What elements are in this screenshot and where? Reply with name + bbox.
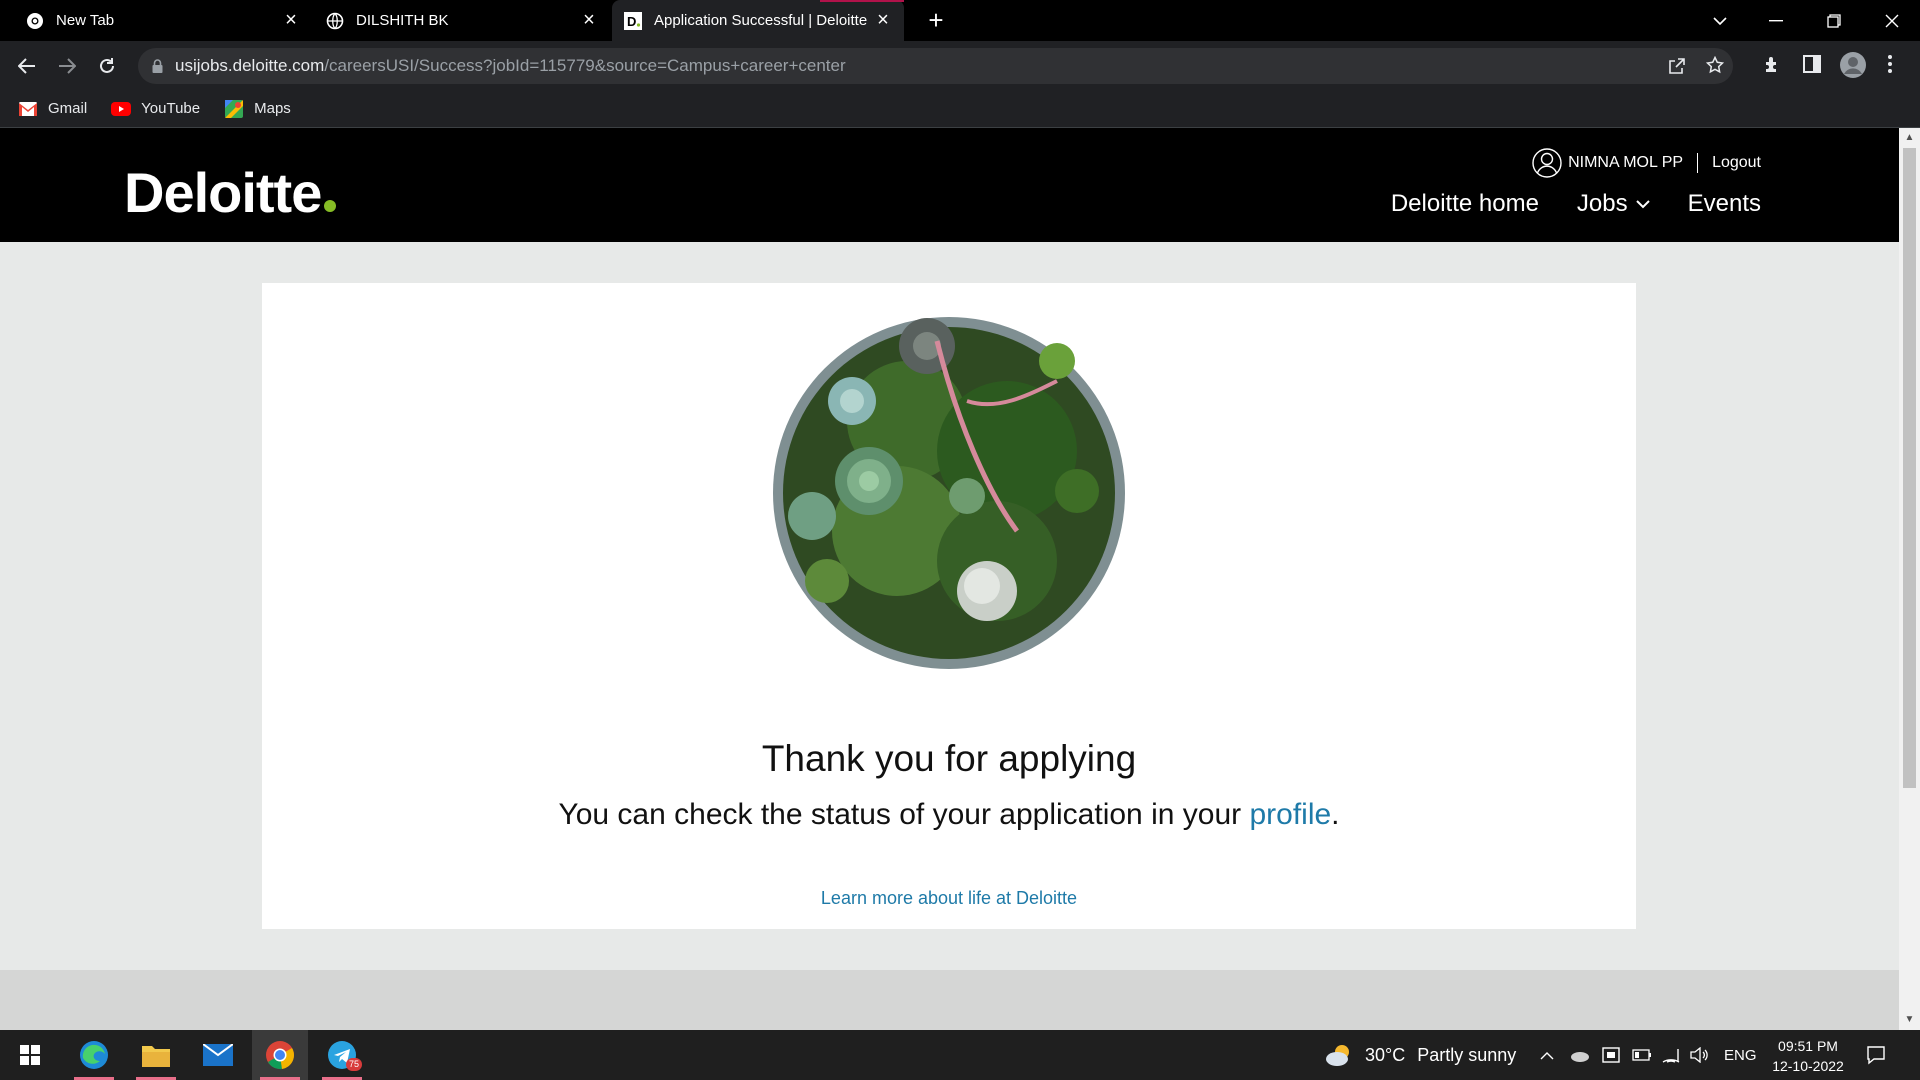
divider: [1697, 153, 1699, 173]
wifi-icon[interactable]: [1662, 1030, 1680, 1080]
restore-icon[interactable]: [1806, 0, 1862, 41]
bookmark-gmail[interactable]: Gmail: [18, 100, 87, 117]
close-tab-icon[interactable]: ×: [282, 10, 300, 30]
lock-icon[interactable]: [152, 59, 163, 73]
telegram-icon[interactable]: 75: [314, 1030, 370, 1080]
side-panel-icon[interactable]: [1803, 55, 1821, 78]
gmail-icon: [18, 101, 38, 117]
profile-avatar[interactable]: [1840, 52, 1866, 83]
close-tab-icon[interactable]: ×: [580, 10, 598, 30]
nav-jobs[interactable]: Jobs: [1577, 190, 1650, 218]
meet-now-icon[interactable]: [1602, 1030, 1620, 1080]
chrome-taskbar-icon[interactable]: [252, 1030, 308, 1080]
tab-search-icon[interactable]: [1692, 0, 1748, 41]
user-area: NIMNA MOL PP Logout: [1532, 148, 1761, 178]
globe-icon: [326, 12, 344, 30]
youtube-icon: [111, 101, 132, 117]
logout-link[interactable]: Logout: [1712, 154, 1761, 172]
deloitte-favicon: D: [624, 11, 642, 30]
profile-link[interactable]: profile: [1249, 798, 1331, 831]
forward-icon[interactable]: [50, 49, 84, 83]
volume-icon[interactable]: [1690, 1030, 1710, 1080]
bookmark-youtube[interactable]: YouTube: [111, 100, 200, 117]
extensions-icon[interactable]: [1763, 55, 1783, 80]
share-icon[interactable]: [1668, 57, 1686, 80]
notifications-icon[interactable]: [1866, 1030, 1886, 1080]
edge-icon[interactable]: [66, 1030, 122, 1080]
bookmark-star-icon[interactable]: [1705, 55, 1725, 79]
windows-taskbar: 75 30°C Partly sunny ENG 09:51 PM 12-10-…: [0, 1030, 1920, 1080]
site-header: Deloitte NIMNA MOL PP Logout Deloitte ho…: [0, 128, 1899, 242]
bookmark-maps[interactable]: Maps: [224, 99, 291, 118]
close-window-icon[interactable]: [1864, 0, 1920, 41]
status-message: You can check the status of your applica…: [558, 798, 1340, 831]
tab-dilshith[interactable]: DILSHITH BK ×: [314, 0, 610, 41]
deloitte-logo[interactable]: Deloitte: [124, 160, 337, 225]
address-bar[interactable]: usijobs.deloitte.com/careersUSI/Success?…: [138, 48, 1733, 84]
chrome-icon: [26, 12, 44, 30]
close-tab-icon[interactable]: ×: [874, 10, 892, 30]
windows-start-icon[interactable]: [2, 1030, 58, 1080]
file-explorer-icon[interactable]: [128, 1030, 184, 1080]
user-name[interactable]: NIMNA MOL PP: [1568, 154, 1683, 172]
svg-text:D: D: [627, 14, 636, 29]
back-icon[interactable]: [10, 49, 44, 83]
scroll-down-arrow-icon[interactable]: ▼: [1899, 1012, 1920, 1028]
page-viewport: Deloitte NIMNA MOL PP Logout Deloitte ho…: [0, 128, 1899, 1030]
nav-events[interactable]: Events: [1688, 190, 1761, 218]
menu-dots-icon[interactable]: [1888, 55, 1892, 78]
site-nav: Deloitte home Jobs Events: [1353, 190, 1761, 218]
nav-deloitte-home[interactable]: Deloitte home: [1391, 190, 1539, 218]
mail-icon[interactable]: [190, 1030, 246, 1080]
clock[interactable]: 09:51 PM 12-10-2022: [1768, 1036, 1848, 1076]
user-icon: [1532, 148, 1562, 178]
tab-title: DILSHITH BK: [356, 12, 449, 29]
battery-icon[interactable]: [1632, 1030, 1652, 1080]
reload-icon[interactable]: [90, 49, 124, 83]
tab-title: New Tab: [56, 12, 115, 29]
tab-title: Application Successful | Deloitte |: [654, 12, 869, 29]
browser-toolbar: usijobs.deloitte.com/careersUSI/Success?…: [0, 41, 1920, 90]
footer-band: [0, 970, 1899, 1030]
telegram-badge: 75: [346, 1058, 363, 1071]
page-scrollbar[interactable]: ▲ ▼: [1899, 128, 1920, 1030]
onedrive-icon[interactable]: [1570, 1030, 1590, 1080]
success-card: Thank you for applying You can check the…: [262, 283, 1636, 929]
maps-icon: [224, 99, 244, 118]
new-tab-button[interactable]: +: [908, 0, 964, 41]
language-indicator[interactable]: ENG: [1724, 1030, 1757, 1080]
show-hidden-icons[interactable]: [1540, 1030, 1554, 1080]
bookmarks-bar: Gmail YouTube Maps: [0, 90, 1920, 128]
weather-widget[interactable]: 30°C Partly sunny: [1325, 1030, 1516, 1080]
learn-more-link[interactable]: Learn more about life at Deloitte: [262, 888, 1636, 909]
scrollbar-thumb[interactable]: [1903, 148, 1916, 788]
tab-new-tab[interactable]: New Tab ×: [12, 0, 312, 41]
logo-dot: [324, 200, 337, 212]
chevron-down-icon: [1635, 199, 1650, 209]
partly-sunny-icon: [1325, 1043, 1355, 1067]
minimize-icon[interactable]: [1748, 0, 1804, 41]
tab-strip: New Tab × DILSHITH BK × D Application Su…: [0, 0, 1920, 41]
tab-application-successful[interactable]: D Application Successful | Deloitte | ×: [612, 0, 904, 41]
succulent-planter-image: [773, 317, 1125, 669]
thank-you-heading: Thank you for applying: [761, 738, 1137, 779]
scroll-up-arrow-icon[interactable]: ▲: [1899, 130, 1920, 146]
url-text[interactable]: usijobs.deloitte.com/careersUSI/Success?…: [175, 56, 846, 76]
